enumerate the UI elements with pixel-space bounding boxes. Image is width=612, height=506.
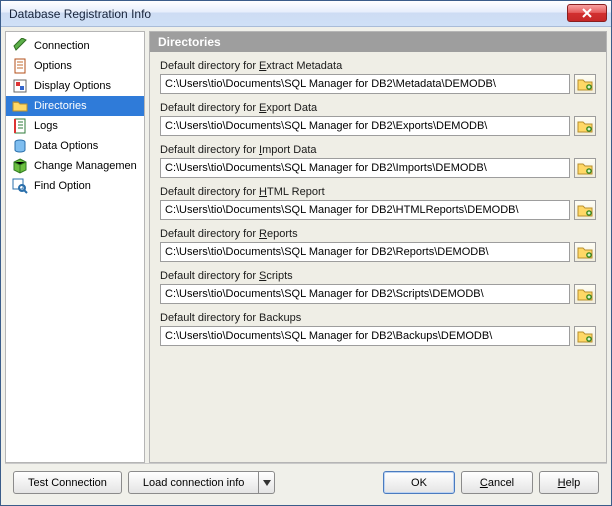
field-label: Default directory for Export Data [160,102,596,114]
browse-button[interactable] [574,242,596,262]
folder-open-icon [577,203,593,217]
sidebar-item-connection[interactable]: Connection [6,36,144,56]
folder-open-icon [577,119,593,133]
browse-button[interactable] [574,284,596,304]
help-mnemonic: H [558,477,566,489]
sidebar-item-label: Connection [34,40,90,52]
directory-input[interactable] [160,116,570,136]
field-label: Default directory for Import Data [160,144,596,156]
display-icon [12,78,28,94]
field-label: Default directory for Extract Metadata [160,60,596,72]
directory-input[interactable] [160,284,570,304]
ok-button[interactable]: OK [383,471,455,494]
db-icon [12,138,28,154]
sidebar-item-find-option[interactable]: Find Option [6,176,144,196]
help-rest: elp [566,477,581,489]
folder-open-icon [577,287,593,301]
dialog-window: Database Registration Info Connection [0,0,612,506]
folder-open-icon [577,77,593,91]
cube-icon [12,158,28,174]
cancel-mnemonic: C [480,477,488,489]
panel-body: Default directory for Extract Metadata De… [150,52,606,462]
titlebar: Database Registration Info [1,1,611,27]
sidebar-item-label: Data Options [34,140,98,152]
sidebar-item-label: Directories [34,100,87,112]
field-row [160,200,596,220]
load-connection-dropdown[interactable] [259,471,275,494]
directory-field: Default directory for Import Data [160,144,596,178]
field-label: Default directory for HTML Report [160,186,596,198]
client-area: Connection Options Display Options [1,27,611,505]
directory-field: Default directory for Export Data [160,102,596,136]
cancel-rest: ancel [488,477,514,489]
directory-input[interactable] [160,74,570,94]
folder-open-icon [577,329,593,343]
chevron-down-icon [263,480,271,486]
test-connection-button[interactable]: Test Connection [13,471,122,494]
field-row [160,158,596,178]
cancel-button[interactable]: Cancel [461,471,533,494]
field-label: Default directory for Backups [160,312,596,324]
notebook-icon [12,118,28,134]
folder-icon [12,98,28,114]
page-icon [12,58,28,74]
close-icon [582,8,592,18]
sidebar-item-directories[interactable]: Directories [6,96,144,116]
sidebar-item-label: Options [34,60,72,72]
window-title: Database Registration Info [9,7,151,21]
sidebar: Connection Options Display Options [5,31,145,463]
sidebar-item-label: Change Managemen [34,160,137,172]
load-connection-split: Load connection info [128,471,276,494]
sidebar-item-logs[interactable]: Logs [6,116,144,136]
directory-input[interactable] [160,158,570,178]
sidebar-item-label: Find Option [34,180,91,192]
field-label: Default directory for Reports [160,228,596,240]
field-label: Default directory for Scripts [160,270,596,282]
sidebar-item-change-management[interactable]: Change Managemen [6,156,144,176]
field-row [160,284,596,304]
browse-button[interactable] [574,116,596,136]
browse-button[interactable] [574,200,596,220]
body-row: Connection Options Display Options [5,31,607,463]
directory-field: Default directory for HTML Report [160,186,596,220]
directory-input[interactable] [160,200,570,220]
directory-input[interactable] [160,326,570,346]
browse-button[interactable] [574,326,596,346]
directory-input[interactable] [160,242,570,262]
folder-open-icon [577,161,593,175]
plug-icon [12,38,28,54]
browse-button[interactable] [574,158,596,178]
footer: Test Connection Load connection info OK … [5,463,607,501]
sidebar-item-display-options[interactable]: Display Options [6,76,144,96]
directory-field: Default directory for Reports [160,228,596,262]
help-button[interactable]: Help [539,471,599,494]
close-button[interactable] [567,4,607,22]
field-row [160,242,596,262]
search-icon [12,178,28,194]
sidebar-item-label: Display Options [34,80,111,92]
panel-header: Directories [150,32,606,52]
load-connection-button[interactable]: Load connection info [128,471,260,494]
directory-field: Default directory for Backups [160,312,596,346]
main-panel: Directories Default directory for Extrac… [149,31,607,463]
field-row [160,326,596,346]
sidebar-item-data-options[interactable]: Data Options [6,136,144,156]
field-row [160,74,596,94]
directory-field: Default directory for Extract Metadata [160,60,596,94]
browse-button[interactable] [574,74,596,94]
sidebar-item-options[interactable]: Options [6,56,144,76]
field-row [160,116,596,136]
directory-field: Default directory for Scripts [160,270,596,304]
sidebar-item-label: Logs [34,120,58,132]
folder-open-icon [577,245,593,259]
